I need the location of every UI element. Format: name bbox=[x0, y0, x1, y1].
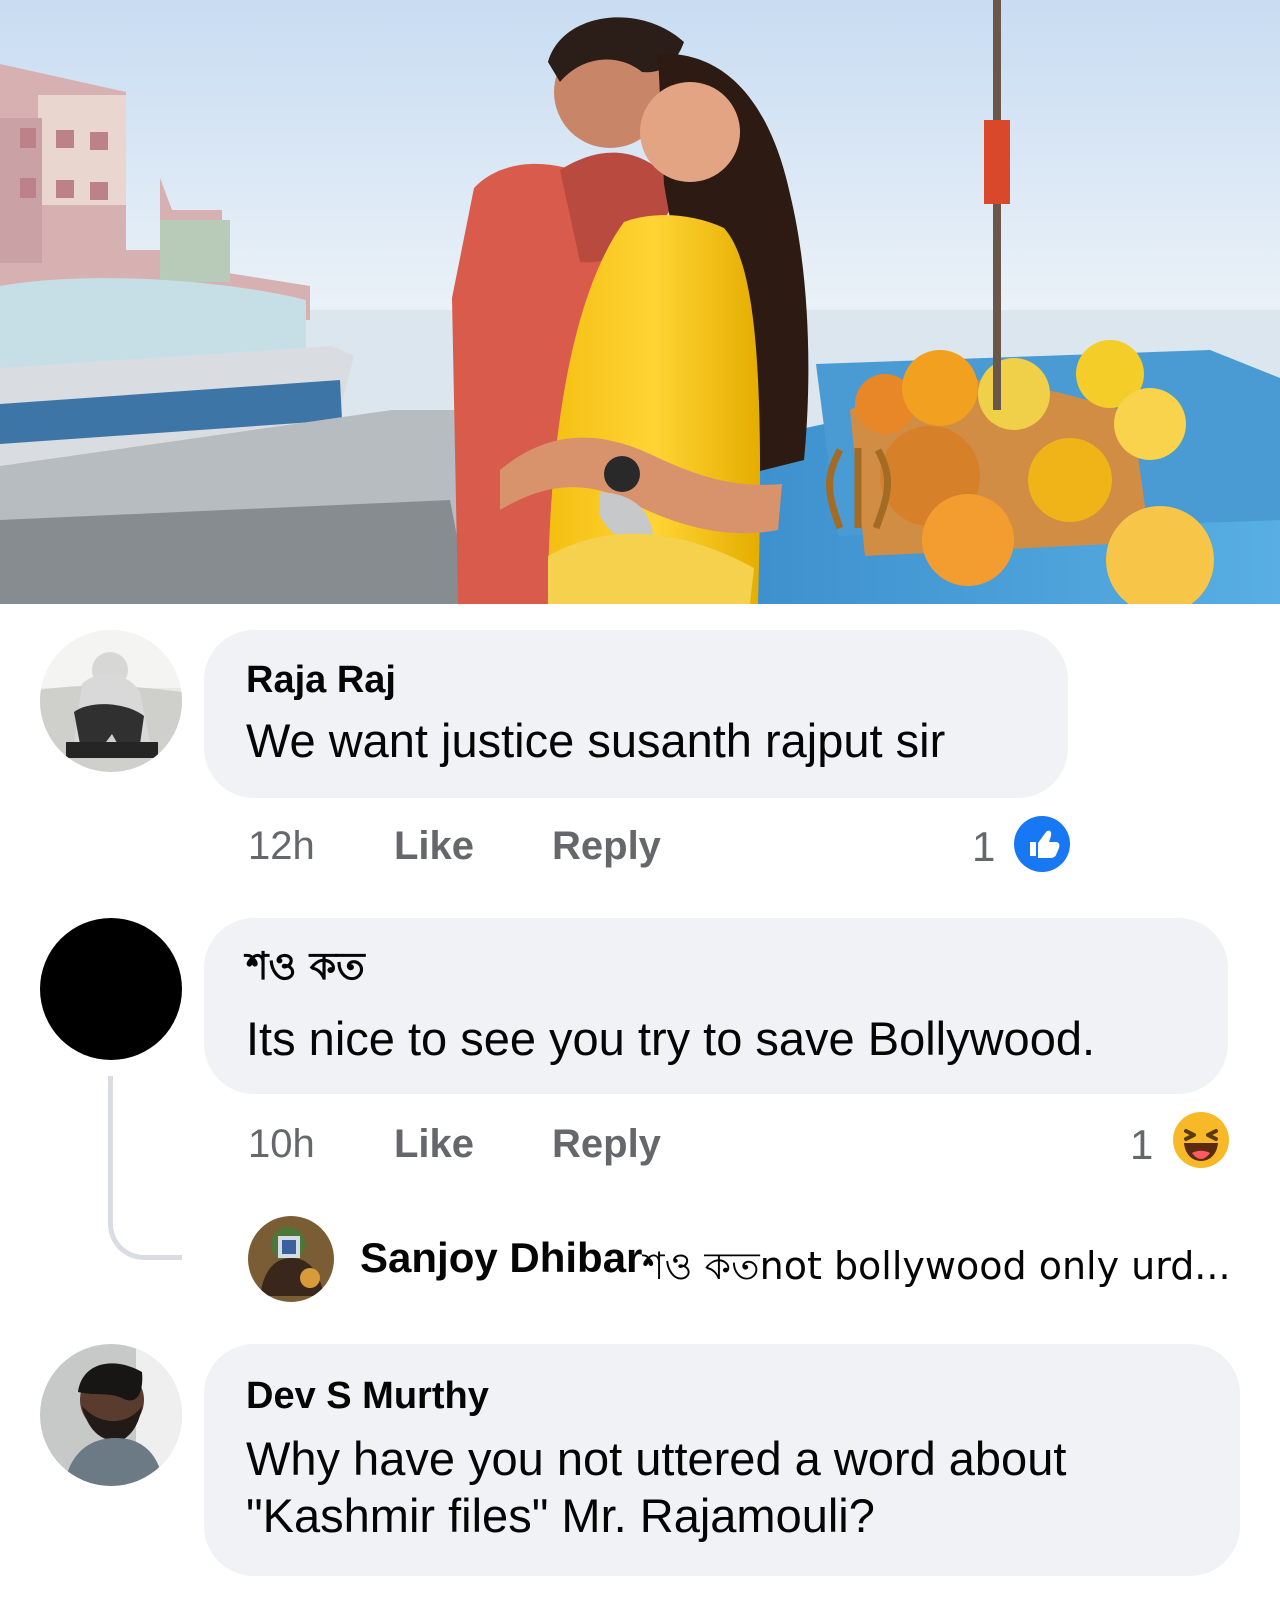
comment-time: 10h bbox=[248, 1122, 315, 1166]
like-reaction-icon[interactable] bbox=[1013, 815, 1071, 873]
raja-raj-avatar[interactable] bbox=[40, 630, 182, 772]
comment-actions: 10h Like Reply bbox=[248, 1124, 708, 1174]
sanjoy-dhibar-avatar[interactable] bbox=[248, 1216, 334, 1302]
haha-reaction-icon[interactable] bbox=[1172, 1111, 1230, 1169]
post-image[interactable] bbox=[0, 0, 1280, 604]
couple-on-river-boat-photo bbox=[0, 0, 1280, 604]
reply-button[interactable]: Reply bbox=[552, 1124, 661, 1164]
person-photo-icon bbox=[40, 1344, 182, 1486]
comment-bubble[interactable]: Dev S Murthy Why have you not uttered a … bbox=[204, 1344, 1240, 1576]
reply-thread-line bbox=[108, 1076, 182, 1260]
person-photo-icon bbox=[40, 630, 182, 772]
comment-bubble[interactable]: Raja Raj We want justice susanth rajput … bbox=[204, 630, 1068, 798]
comment-author[interactable]: Raja Raj bbox=[246, 659, 396, 702]
comment-bubble[interactable]: শও কত Its nice to see you try to save Bo… bbox=[204, 918, 1228, 1094]
comment-text: We want justice susanth rajput sir bbox=[246, 714, 946, 767]
comment-text: Its nice to see you try to save Bollywoo… bbox=[246, 1012, 1096, 1065]
comment-author[interactable]: শও কত bbox=[246, 945, 365, 988]
reply-preview[interactable]: Sanjoy Dhibar শও কতnot bollywood only ur… bbox=[248, 1216, 1258, 1302]
dev-s-murthy-avatar[interactable] bbox=[40, 1344, 182, 1486]
reaction-count: 1 bbox=[1130, 1121, 1154, 1168]
comment-actions: 12h Like Reply bbox=[248, 826, 708, 876]
commenter-avatar[interactable] bbox=[40, 918, 182, 1060]
laughing-face-icon bbox=[1173, 1112, 1229, 1168]
reply-button[interactable]: Reply bbox=[552, 826, 661, 866]
reaction-count: 1 bbox=[972, 823, 996, 870]
reply-author[interactable]: Sanjoy Dhibar bbox=[360, 1234, 642, 1282]
comment-author[interactable]: Dev S Murthy bbox=[246, 1375, 489, 1418]
comments-screen: Raja Raj We want justice susanth rajput … bbox=[0, 0, 1280, 1600]
like-button[interactable]: Like bbox=[394, 1124, 474, 1164]
like-button[interactable]: Like bbox=[394, 826, 474, 866]
comment-text: Why have you not uttered a word about "K… bbox=[246, 1432, 1067, 1543]
thumbs-up-icon bbox=[1014, 816, 1070, 872]
profile-photo-icon bbox=[248, 1216, 334, 1302]
reply-text: শও কতnot bollywood only urd... bbox=[642, 1244, 1231, 1288]
comment-time: 12h bbox=[248, 824, 315, 868]
